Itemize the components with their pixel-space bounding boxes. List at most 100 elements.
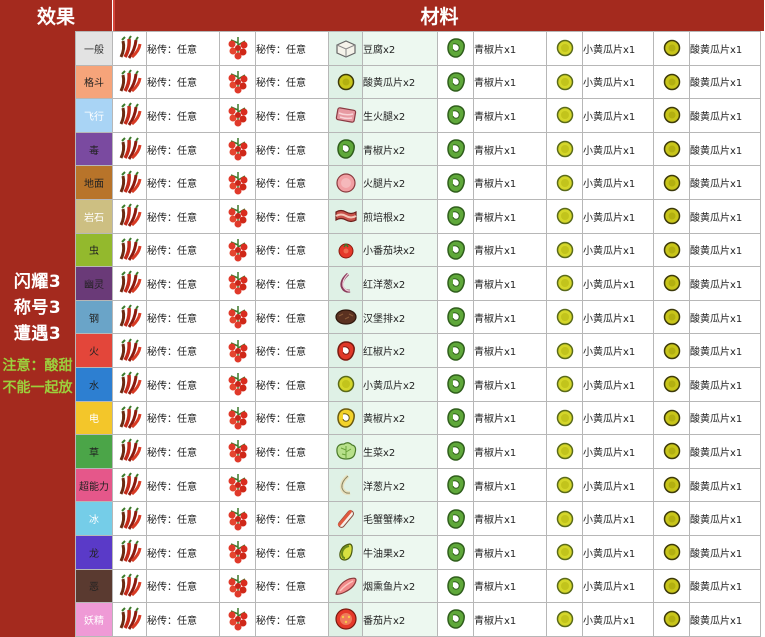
tomato-bundle-icon <box>221 539 255 565</box>
pickle-icon <box>655 174 689 192</box>
pickle-icon <box>655 106 689 124</box>
recipe-row: 水秘传：任意 秘传：任意 小黄瓜片x2 青椒片x1 小黄瓜片x1 酸黄瓜片x1 <box>75 366 761 402</box>
secret-any-label: 秘传：任意 <box>146 434 220 469</box>
chili-bundle-cell <box>112 131 147 167</box>
red-pepper-cell <box>328 333 363 368</box>
green-pepper-label: 青椒片x1 <box>473 434 547 469</box>
green-pepper-label: 青椒片x1 <box>473 64 547 100</box>
type-badge: 钢 <box>75 299 113 335</box>
tomato-bundle-cell <box>219 434 256 469</box>
pickle-cell <box>653 333 690 368</box>
chili-bundle-icon <box>114 35 146 61</box>
ingredient-label: 煎培根x2 <box>362 198 438 234</box>
green-pepper-label: 青椒片x1 <box>473 31 547 66</box>
pickle-icon <box>655 241 689 259</box>
cucumber-icon <box>548 39 582 57</box>
chili-bundle-cell <box>112 400 147 436</box>
tomato-bundle-cell <box>219 501 256 536</box>
cucumber-icon <box>548 476 582 494</box>
chili-bundle-cell <box>112 64 147 100</box>
tomato-bundle-icon <box>221 472 255 498</box>
cucumber-cell <box>546 165 583 200</box>
chili-bundle-cell <box>112 568 147 604</box>
pickle-label: 酸黄瓜片x1 <box>689 602 761 637</box>
cucumber-icon <box>330 375 362 393</box>
pickle-label: 酸黄瓜片x1 <box>689 434 761 469</box>
cucumber-icon <box>548 342 582 360</box>
type-badge: 幽灵 <box>75 266 113 301</box>
pickle-icon <box>655 409 689 427</box>
green-pepper-icon <box>330 138 362 160</box>
green-pepper-cell <box>437 434 474 469</box>
cucumber-cell <box>546 366 583 402</box>
recipe-row: 钢秘传：任意 秘传：任意 汉堡排x2 青椒片x1 小黄瓜片x1 酸黄瓜片x1 <box>75 299 761 335</box>
cucumber-label: 小黄瓜片x1 <box>582 165 654 200</box>
cucumber-label: 小黄瓜片x1 <box>582 64 654 100</box>
secret-any-label: 秘传：任意 <box>255 165 329 200</box>
recipe-row: 草秘传：任意 秘传：任意 生菜x2 青椒片x1 小黄瓜片x1 酸黄瓜片x1 <box>75 434 761 469</box>
yellow-pepper-cell <box>328 400 363 436</box>
ham-cell <box>328 165 363 200</box>
cucumber-cell <box>546 64 583 100</box>
secret-any-label: 秘传：任意 <box>146 299 220 335</box>
secret-any-label: 秘传：任意 <box>255 232 329 268</box>
smoked-fillet-icon <box>330 575 362 597</box>
secret-any-label: 秘传：任意 <box>255 400 329 436</box>
cucumber-icon <box>548 73 582 91</box>
type-badge: 虫 <box>75 232 113 268</box>
ingredient-label: 红洋葱x2 <box>362 266 438 301</box>
pickle-label: 酸黄瓜片x1 <box>689 400 761 436</box>
tomato-bundle-icon <box>221 405 255 431</box>
cucumber-label: 小黄瓜片x1 <box>582 266 654 301</box>
chili-bundle-icon <box>114 102 146 128</box>
ingredient-label: 洋葱片x2 <box>362 467 438 503</box>
cucumber-label: 小黄瓜片x1 <box>582 299 654 335</box>
green-pepper-icon <box>439 373 473 395</box>
green-pepper-label: 青椒片x1 <box>473 568 547 604</box>
pickle-label: 酸黄瓜片x1 <box>689 31 761 66</box>
pickle-label: 酸黄瓜片x1 <box>689 333 761 368</box>
tomato-bundle-cell <box>219 366 256 402</box>
tomato-bundle-cell <box>219 299 256 335</box>
green-pepper-icon <box>439 272 473 294</box>
type-badge: 毒 <box>75 131 113 167</box>
pickle-icon <box>655 308 689 326</box>
red-pepper-icon <box>330 340 362 362</box>
chili-bundle-icon <box>114 405 146 431</box>
recipe-row: 龙秘传：任意 秘传：任意 牛油果x2 青椒片x1 小黄瓜片x1 酸黄瓜片x1 <box>75 534 761 570</box>
secret-any-label: 秘传：任意 <box>146 98 220 133</box>
green-pepper-label: 青椒片x1 <box>473 400 547 436</box>
pickle-icon <box>655 207 689 225</box>
type-badge: 水 <box>75 366 113 402</box>
green-pepper-label: 青椒片x1 <box>473 467 547 503</box>
tomato-bundle-cell <box>219 534 256 570</box>
recipe-row: 毒秘传：任意 秘传：任意 青椒片x2 青椒片x1 小黄瓜片x1 酸黄瓜片x1 <box>75 131 761 167</box>
chili-bundle-cell <box>112 333 147 368</box>
cucumber-cell <box>546 467 583 503</box>
ingredient-label: 火腿片x2 <box>362 165 438 200</box>
ingredient-label: 毛蟹蟹棒x2 <box>362 501 438 536</box>
cucumber-cell <box>546 434 583 469</box>
green-pepper-cell <box>437 602 474 637</box>
tomato-bundle-cell <box>219 467 256 503</box>
tomato-bundle-icon <box>221 69 255 95</box>
pickle-icon <box>655 577 689 595</box>
chili-bundle-icon <box>114 69 146 95</box>
pickle-label: 酸黄瓜片x1 <box>689 98 761 133</box>
cucumber-cell <box>546 534 583 570</box>
cucumber-cell <box>546 299 583 335</box>
ingredient-label: 豆腐x2 <box>362 31 438 66</box>
cucumber-label: 小黄瓜片x1 <box>582 400 654 436</box>
tomato-bundle-icon <box>221 237 255 263</box>
pickle-cell <box>653 434 690 469</box>
cherry-tomato-icon <box>330 241 362 259</box>
hamburger-patty-cell <box>328 299 363 335</box>
hamburger-patty-icon <box>330 308 362 326</box>
green-pepper-label: 青椒片x1 <box>473 602 547 637</box>
tomato-bundle-cell <box>219 568 256 604</box>
green-pepper-label: 青椒片x1 <box>473 299 547 335</box>
green-pepper-icon <box>439 474 473 496</box>
recipe-row: 岩石 秘传：任意 秘传：任意 煎培根x2 青椒片x1 小黄瓜片x1 酸黄瓜片x1 <box>75 198 761 234</box>
cucumber-label: 小黄瓜片x1 <box>582 602 654 637</box>
tomato-bundle-cell <box>219 400 256 436</box>
